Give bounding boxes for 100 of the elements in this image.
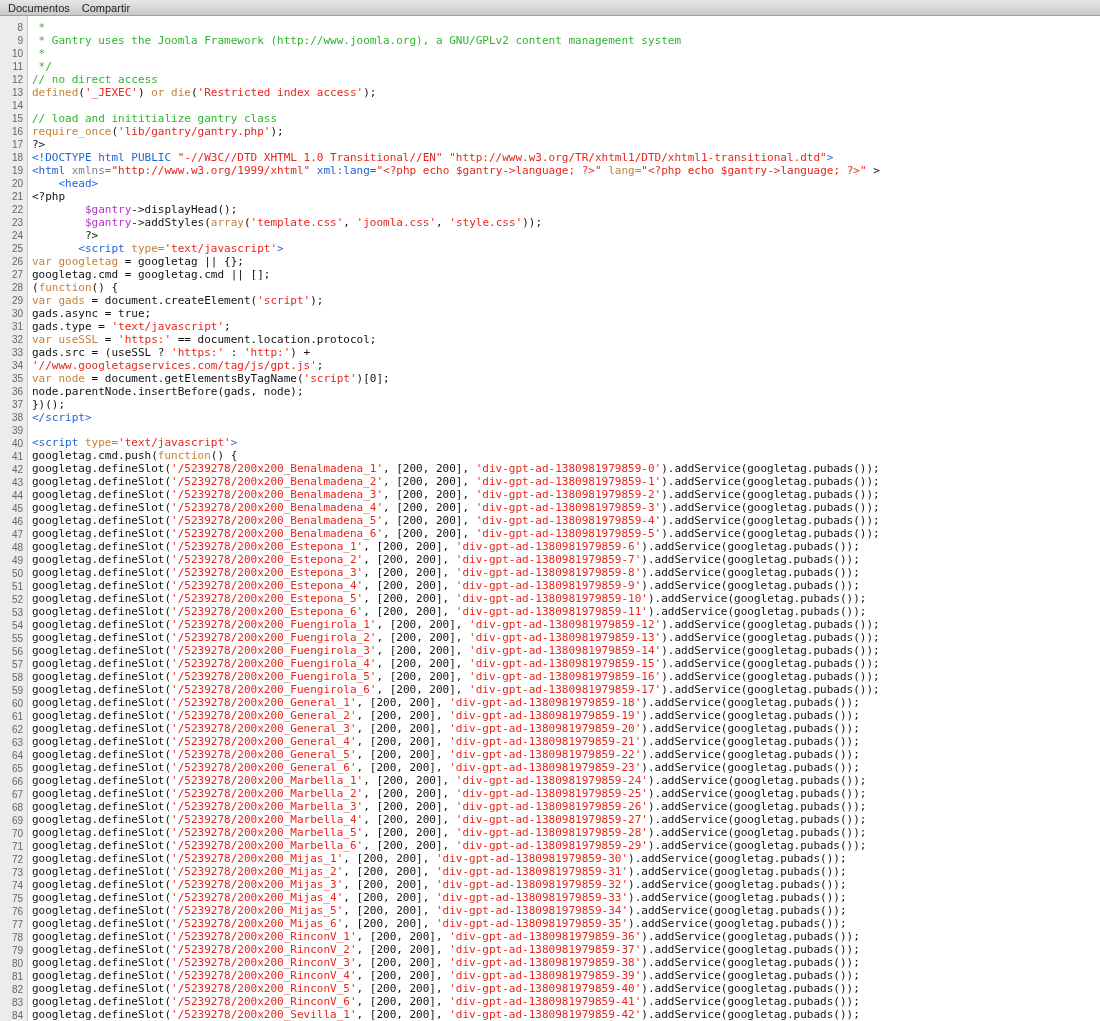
line-number: 38 xyxy=(11,411,23,424)
line-number: 24 xyxy=(11,229,23,242)
code-line: googletag.defineSlot('/5239278/200x200_Mijas_3', [200, 200], 'div-gpt-ad-1380981979859-32').addService(googletag.pubads()); xyxy=(32,878,847,891)
line-number: 10 xyxy=(11,47,23,60)
line-number: 40 xyxy=(11,437,23,450)
line-number: 26 xyxy=(11,255,23,268)
line-number: 78 xyxy=(11,931,23,944)
line-number: 22 xyxy=(11,203,23,216)
line-number: 58 xyxy=(11,671,23,684)
code-line: ?> xyxy=(32,137,46,151)
line-number: 32 xyxy=(11,333,23,346)
line-number: 41 xyxy=(11,450,23,463)
line-number: 57 xyxy=(11,658,23,671)
code-line: googletag.defineSlot('/5239278/200x200_General_4', [200, 200], 'div-gpt-ad-1380981979859-21').addService(googletag.pubads()); xyxy=(32,735,860,748)
menu-item[interactable]: Documentos xyxy=(8,0,70,15)
line-number: 82 xyxy=(11,983,23,996)
line-number: 39 xyxy=(11,424,23,437)
line-number: 53 xyxy=(11,606,23,619)
line-number: 62 xyxy=(11,723,23,736)
code-line: googletag.defineSlot('/5239278/200x200_Fuengirola_5', [200, 200], 'div-gpt-ad-1380981979859-16').addService(googletag.pubads()); xyxy=(32,670,880,683)
code-line: googletag.defineSlot('/5239278/200x200_Estepona_5', [200, 200], 'div-gpt-ad-1380981979859-10').addService(googletag.pubads()); xyxy=(32,592,867,605)
line-number: 48 xyxy=(11,541,23,554)
code-line: googletag.defineSlot('/5239278/200x200_RinconV_2', [200, 200], 'div-gpt-ad-1380981979859-37').addService(googletag.pubads()); xyxy=(32,943,860,956)
code-line: googletag.defineSlot('/5239278/200x200_RinconV_1', [200, 200], 'div-gpt-ad-1380981979859-36').addService(googletag.pubads()); xyxy=(32,930,860,943)
line-number: 42 xyxy=(11,463,23,476)
line-number: 77 xyxy=(11,918,23,931)
code-line: node.parentNode.insertBefore(gads, node); xyxy=(32,384,304,398)
line-number: 9 xyxy=(17,34,23,47)
line-number: 65 xyxy=(11,762,23,775)
line-number: 30 xyxy=(11,307,23,320)
code-line: var useSSL = 'https:' == document.location.protocol; xyxy=(32,332,377,346)
line-number: 44 xyxy=(11,489,23,502)
code-line: googletag.defineSlot('/5239278/200x200_Mijas_6', [200, 200], 'div-gpt-ad-1380981979859-35').addService(googletag.pubads()); xyxy=(32,917,847,930)
line-number: 66 xyxy=(11,775,23,788)
line-number: 71 xyxy=(11,840,23,853)
code-line: googletag.defineSlot('/5239278/200x200_RinconV_6', [200, 200], 'div-gpt-ad-1380981979859-41').addService(googletag.pubads()); xyxy=(32,995,860,1008)
line-number: 43 xyxy=(11,476,23,489)
line-number: 60 xyxy=(11,697,23,710)
code-line: googletag.defineSlot('/5239278/200x200_Marbella_3', [200, 200], 'div-gpt-ad-1380981979859-26').addService(googletag.pubads()); xyxy=(32,800,867,813)
line-number: 28 xyxy=(11,281,23,294)
code-line: googletag.defineSlot('/5239278/200x200_General_6', [200, 200], 'div-gpt-ad-1380981979859-23').addService(googletag.pubads()); xyxy=(32,761,860,774)
line-number: 34 xyxy=(11,359,23,372)
code-line: googletag.defineSlot('/5239278/200x200_Marbella_2', [200, 200], 'div-gpt-ad-1380981979859-25').addService(googletag.pubads()); xyxy=(32,787,867,800)
code-line: gads.type = 'text/javascript'; xyxy=(32,319,231,333)
line-number: 72 xyxy=(11,853,23,866)
line-number: 19 xyxy=(11,164,23,177)
line-number: 84 xyxy=(11,1009,23,1021)
code-line: googletag.defineSlot('/5239278/200x200_Marbella_1', [200, 200], 'div-gpt-ad-1380981979859-24').addService(googletag.pubads()); xyxy=(32,774,867,787)
code-line: googletag.defineSlot('/5239278/200x200_Mijas_1', [200, 200], 'div-gpt-ad-1380981979859-30').addService(googletag.pubads()); xyxy=(32,852,847,865)
code-line: * xyxy=(37,21,46,34)
line-number: 76 xyxy=(11,905,23,918)
code-line: googletag.defineSlot('/5239278/200x200_Benalmadena_5', [200, 200], 'div-gpt-ad-1380981979859-4').addService(googletag.pubads()); xyxy=(32,514,880,527)
code-line: googletag.defineSlot('/5239278/200x200_Marbella_4', [200, 200], 'div-gpt-ad-1380981979859-27').addService(googletag.pubads()); xyxy=(32,813,867,826)
code-line: googletag.defineSlot('/5239278/200x200_Mijas_2', [200, 200], 'div-gpt-ad-1380981979859-31').addService(googletag.pubads()); xyxy=(32,865,847,878)
code-line: gads.async = true; xyxy=(32,306,152,320)
line-number: 56 xyxy=(11,645,23,658)
line-number: 59 xyxy=(11,684,23,697)
line-number: 12 xyxy=(11,73,23,86)
line-number: 61 xyxy=(11,710,23,723)
line-number: 20 xyxy=(11,177,23,190)
line-number: 8 xyxy=(17,21,23,34)
line-number: 70 xyxy=(11,827,23,840)
code-line: googletag.defineSlot('/5239278/200x200_Estepona_6', [200, 200], 'div-gpt-ad-1380981979859-11').addService(googletag.pubads()); xyxy=(32,605,867,618)
code-line: googletag.defineSlot('/5239278/200x200_Benalmadena_1', [200, 200], 'div-gpt-ad-1380981979859-0').addService(googletag.pubads()); xyxy=(32,462,880,475)
line-number: 47 xyxy=(11,528,23,541)
line-number: 29 xyxy=(11,294,23,307)
code-line: <html xmlns="http://www.w3.org/1999/xhtml" xml:lang="<?php echo $gantry->language; ?>" lang="<?php echo $gantry->language; ?>" > xyxy=(32,163,880,177)
line-number: 68 xyxy=(11,801,23,814)
code-line: // load and inititialize gantry class xyxy=(32,111,278,125)
code-line: <!DOCTYPE html PUBLIC "-//W3C//DTD XHTML 1.0 Transitional//EN" "http://www.w3.org/TR/xhtml1/DTD/xhtml1-transitional.dtd"> xyxy=(32,150,834,164)
code-line: defined('_JEXEC') or die('Restricted index access'); xyxy=(32,86,377,99)
code-line: googletag.defineSlot('/5239278/200x200_Fuengirola_2', [200, 200], 'div-gpt-ad-1380981979859-13').addService(googletag.pubads()); xyxy=(32,631,880,644)
line-number: 55 xyxy=(11,632,23,645)
line-number: 23 xyxy=(11,216,23,229)
code-line: googletag.defineSlot('/5239278/200x200_Marbella_5', [200, 200], 'div-gpt-ad-1380981979859-28').addService(googletag.pubads()); xyxy=(32,826,867,839)
line-number: 25 xyxy=(11,242,23,255)
line-number: 45 xyxy=(11,502,23,515)
line-number: 14 xyxy=(11,99,23,112)
line-number: 73 xyxy=(11,866,23,879)
code-line: gads.src = (useSSL ? 'https:' : 'http:') + xyxy=(32,345,311,359)
code-line: googletag.defineSlot('/5239278/200x200_Benalmadena_6', [200, 200], 'div-gpt-ad-1380981979859-5').addService(googletag.pubads()); xyxy=(32,527,880,540)
line-number: 13 xyxy=(11,86,23,99)
code-line: googletag.cmd = googletag.cmd || []; xyxy=(32,267,271,281)
code-line: googletag.defineSlot('/5239278/200x200_General_5', [200, 200], 'div-gpt-ad-1380981979859-22').addService(googletag.pubads()); xyxy=(32,748,860,761)
code-line: googletag.defineSlot('/5239278/200x200_Mijas_5', [200, 200], 'div-gpt-ad-1380981979859-34').addService(googletag.pubads()); xyxy=(32,904,847,917)
line-number: 46 xyxy=(11,515,23,528)
code-line: var gads = document.createElement('script'); xyxy=(32,293,324,307)
line-number: 16 xyxy=(11,125,23,138)
code-line: googletag.defineSlot('/5239278/200x200_RinconV_3', [200, 200], 'div-gpt-ad-1380981979859-38').addService(googletag.pubads()); xyxy=(32,956,860,969)
code-line: (function() { xyxy=(32,280,119,294)
line-number: 21 xyxy=(11,190,23,203)
code-line: googletag.defineSlot('/5239278/200x200_Estepona_1', [200, 200], 'div-gpt-ad-1380981979859-6').addService(googletag.pubads()); xyxy=(32,540,860,553)
menu-item[interactable]: Compartir xyxy=(81,0,131,15)
code-line: ?> xyxy=(83,228,99,242)
code-line: googletag.defineSlot('/5239278/200x200_RinconV_4', [200, 200], 'div-gpt-ad-1380981979859-39').addService(googletag.pubads()); xyxy=(32,969,860,982)
line-number: 80 xyxy=(11,957,23,970)
code-line: // no direct access xyxy=(32,73,158,86)
code-line: * xyxy=(37,47,46,60)
line-number: 67 xyxy=(11,788,23,801)
code-line: * Gantry uses the Joomla Framework (http://www.joomla.org), a GNU/GPLv2 content management system xyxy=(37,34,681,47)
